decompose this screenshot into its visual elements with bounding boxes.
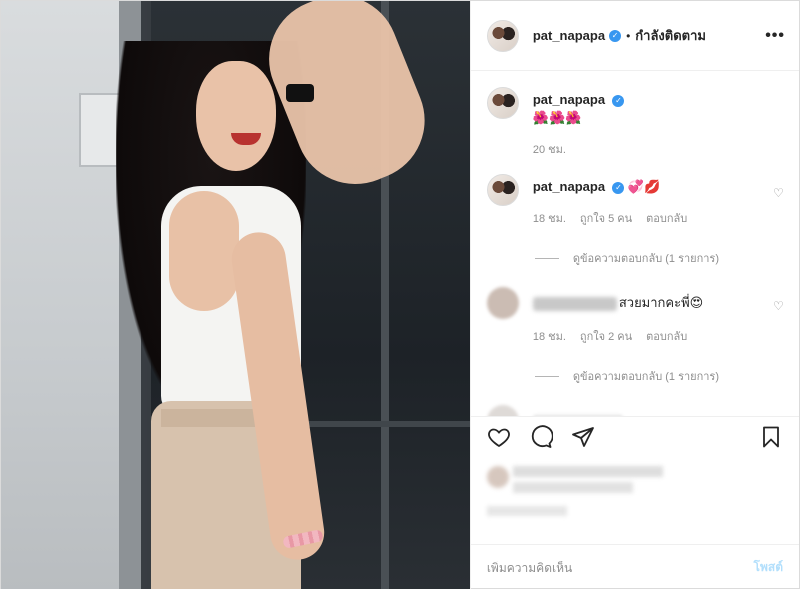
comment-text: 💞💋	[627, 180, 661, 195]
comment-username[interactable]: pat_napapa	[533, 92, 605, 107]
blurred-text	[532, 415, 623, 416]
blurred-avatar	[486, 405, 519, 416]
verified-badge-icon: ✓	[612, 181, 625, 194]
post-sidebar: pat_napapa ✓ • กำลังติดตาม ••• pat_napap…	[469, 1, 799, 589]
bookmark-icon[interactable]	[759, 425, 783, 449]
more-options-icon[interactable]: •••	[765, 27, 785, 45]
comment-time[interactable]: 18 ชม.	[533, 209, 566, 227]
avatar[interactable]	[486, 174, 519, 206]
comments-list[interactable]: pat_napapa ✓ 🌺🌺🌺 20 ชม. pat_napapa ✓ 💞💋	[471, 71, 799, 416]
photo-shoulder	[169, 191, 239, 311]
comment-input[interactable]	[486, 560, 754, 575]
heart-icon[interactable]	[487, 425, 511, 449]
blurred-avatar[interactable]	[486, 287, 519, 319]
view-replies-button[interactable]: ดูข้อความตอบกลับ (1 รายการ)	[534, 249, 785, 267]
avatar[interactable]	[486, 19, 519, 52]
header-separator: •	[626, 28, 631, 43]
comment-time[interactable]: 18 ชม.	[533, 327, 566, 345]
blurred-line	[512, 466, 663, 477]
comment-like-icon[interactable]: ♡	[773, 299, 785, 313]
follow-status-button[interactable]: กำลังติดตาม	[635, 25, 706, 46]
blurred-line	[512, 482, 633, 493]
view-replies-label: ดูข้อความตอบกลับ (1 รายการ)	[572, 371, 720, 383]
post-header: pat_napapa ✓ • กำลังติดตาม •••	[470, 1, 799, 71]
action-bar	[470, 416, 799, 456]
blurred-comment	[486, 405, 785, 416]
header-username[interactable]: pat_napapa	[533, 28, 605, 43]
share-icon[interactable]	[571, 425, 595, 449]
comment-username[interactable]: pat_napapa	[533, 179, 605, 194]
photo-wall	[1, 1, 131, 589]
comment-meta: 18 ชม. ถูกใจ 2 คน ตอบกลับ	[533, 327, 773, 345]
comment-likes[interactable]: ถูกใจ 5 คน	[580, 209, 632, 227]
caption: pat_napapa ✓ 🌺🌺🌺 20 ชม.	[486, 87, 785, 158]
likes-summary[interactable]	[471, 456, 799, 544]
blurred-avatar	[486, 466, 509, 488]
avatar[interactable]	[486, 87, 519, 119]
photo-face	[196, 61, 276, 171]
comment-body: pat_napapa ✓ 💞💋 18 ชม. ถูกใจ 5 คน ตอบกลั…	[533, 174, 773, 227]
comment-meta: 20 ชม.	[533, 140, 785, 158]
comment-icon[interactable]	[529, 424, 553, 449]
post-photo[interactable]	[1, 1, 470, 589]
comment-body: สวยมากคะพี่😍 18 ชม. ถูกใจ 2 คน ตอบกลับ	[532, 287, 773, 345]
add-comment-bar: โพสต์	[470, 544, 799, 589]
instagram-post: pat_napapa ✓ • กำลังติดตาม ••• pat_napap…	[0, 0, 800, 589]
blurred-line	[486, 506, 567, 516]
blurred-likes-text	[486, 462, 667, 532]
replies-divider	[534, 257, 559, 259]
photo-watch	[286, 84, 314, 102]
comment-like-icon[interactable]: ♡	[773, 186, 785, 200]
verified-badge-icon: ✓	[609, 29, 622, 42]
comment-meta: 18 ชม. ถูกใจ 5 คน ตอบกลับ	[533, 209, 773, 227]
reply-button[interactable]: ตอบกลับ	[646, 327, 687, 345]
comment-time[interactable]: 20 ชม.	[533, 140, 566, 158]
verified-badge-icon: ✓	[612, 94, 625, 107]
post-comment-button[interactable]: โพสต์	[754, 558, 783, 577]
blurred-username[interactable]	[532, 296, 617, 311]
replies-divider	[534, 375, 559, 377]
comment-body: pat_napapa ✓ 🌺🌺🌺 20 ชม.	[533, 87, 785, 158]
view-replies-button[interactable]: ดูข้อความตอบกลับ (1 รายการ)	[534, 367, 785, 385]
comment-likes[interactable]: ถูกใจ 2 คน	[580, 327, 632, 345]
view-replies-label: ดูข้อความตอบกลับ (1 รายการ)	[572, 253, 720, 265]
comment-text: สวยมากคะพี่😍	[618, 296, 704, 311]
comment-item: สวยมากคะพี่😍 18 ชม. ถูกใจ 2 คน ตอบกลับ ♡	[486, 287, 785, 345]
comment-text: 🌺🌺🌺	[532, 111, 582, 126]
reply-button[interactable]: ตอบกลับ	[646, 209, 687, 227]
comment-item: pat_napapa ✓ 💞💋 18 ชม. ถูกใจ 5 คน ตอบกลั…	[486, 174, 785, 227]
